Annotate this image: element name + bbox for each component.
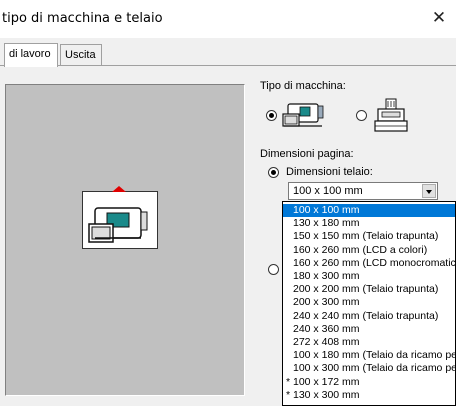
sewing-machine-icon: [88, 207, 148, 243]
frame-size-option[interactable]: 180 x 300 mm: [283, 270, 455, 283]
radio-custom-size[interactable]: [268, 264, 279, 275]
frame-size-option[interactable]: 100 x 100 mm: [283, 204, 455, 217]
tab-output[interactable]: Uscita: [60, 44, 102, 66]
frame-size-value: 100 x 100 mm: [293, 185, 363, 197]
machine-type-label: Tipo di macchina:: [260, 80, 346, 92]
frame-size-option[interactable]: * 130 x 300 mm: [283, 389, 455, 402]
frame-size-option[interactable]: 240 x 240 mm (Telaio trapunta): [283, 310, 455, 323]
frame-size-option[interactable]: 272 x 408 mm: [283, 336, 455, 349]
tab-work-area[interactable]: di lavoro: [4, 43, 58, 67]
frame-size-list[interactable]: 100 x 100 mm 130 x 180 mm 150 x 150 mm (Te…: [282, 201, 456, 406]
radio-frame-size[interactable]: [268, 167, 279, 178]
frame-size-option[interactable]: 200 x 200 mm (Telaio trapunta): [283, 283, 455, 296]
frame-top-marker: [112, 186, 126, 192]
frame-size-option[interactable]: 130 x 180 mm: [283, 217, 455, 230]
radio-embroidery-machine[interactable]: [356, 110, 367, 121]
hoop-frame-preview: [82, 186, 158, 249]
frame-size-option[interactable]: 240 x 360 mm: [283, 323, 455, 336]
embroidery-machine-icon: [374, 98, 408, 137]
frame-size-option[interactable]: 160 x 260 mm (LCD a colori): [283, 244, 455, 257]
page-preview: [5, 84, 245, 396]
window-title: tipo di macchina e telaio: [2, 11, 163, 26]
tab-strip: di lavoro Uscita: [0, 43, 456, 67]
frame-size-label: Dimensioni telaio:: [286, 166, 373, 178]
title-bar: tipo di macchina e telaio ✕: [0, 0, 456, 38]
page-size-label: Dimensioni pagina:: [260, 148, 354, 160]
frame-size-option[interactable]: * 100 x 172 mm: [283, 376, 455, 389]
close-icon[interactable]: ✕: [428, 6, 450, 30]
frame-size-option[interactable]: 100 x 180 mm (Telaio da ricamo per: [283, 349, 455, 362]
frame-size-option[interactable]: 160 x 260 mm (LCD monocromatico): [283, 257, 455, 270]
sewing-machine-icon: [282, 100, 326, 133]
frame-size-option[interactable]: 100 x 300 mm (Telaio da ricamo per: [283, 362, 455, 375]
frame-size-option[interactable]: 150 x 150 mm (Telaio trapunta): [283, 230, 455, 243]
chevron-down-icon[interactable]: [422, 184, 436, 198]
frame-size-option[interactable]: 200 x 300 mm: [283, 296, 455, 309]
frame-size-dropdown[interactable]: 100 x 100 mm: [288, 182, 438, 200]
radio-sewing-machine[interactable]: [266, 110, 277, 121]
